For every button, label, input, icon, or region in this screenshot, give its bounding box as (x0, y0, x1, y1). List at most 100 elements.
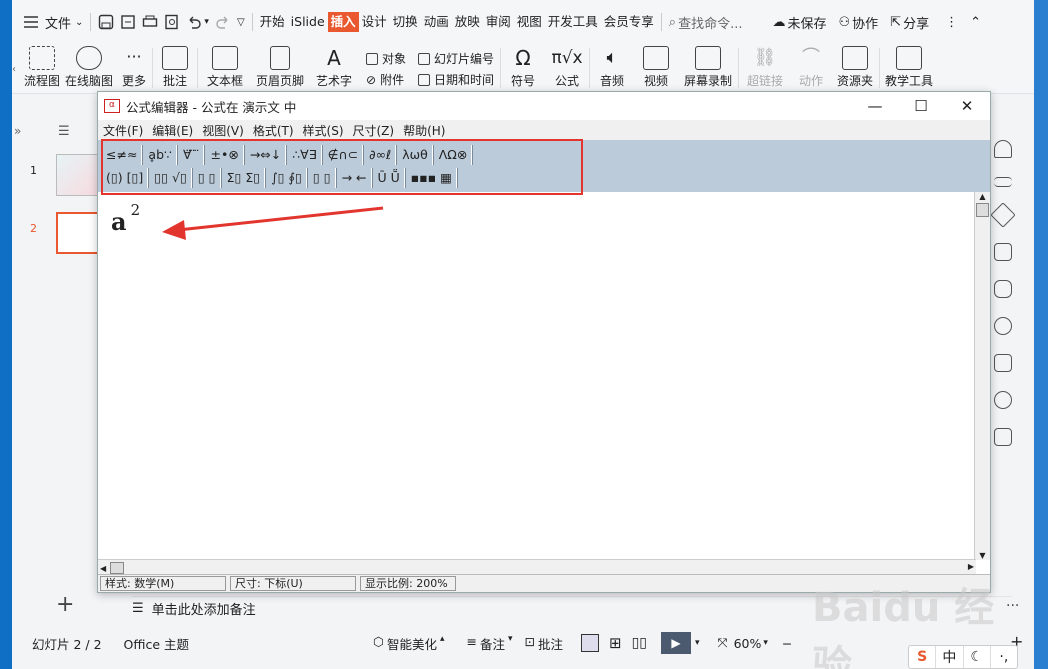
operators-palette[interactable]: ±•⊗ (206, 145, 244, 165)
menu-edit[interactable]: 编辑(E) (152, 122, 193, 139)
scroll-right-icon[interactable]: ▶ (968, 562, 974, 571)
menu-file[interactable]: 文件(F) (103, 122, 143, 139)
help-icon[interactable] (994, 391, 1012, 409)
fraction-radical-templates[interactable]: ▯▯ √▯ (150, 168, 192, 188)
set-theory-palette[interactable]: ∉∩⊂ (324, 145, 364, 165)
undo-icon[interactable]: ▾ (183, 10, 212, 34)
play-button[interactable]: ▶ (661, 632, 692, 654)
horizontal-scrollbar[interactable]: ◀ ▶ (98, 559, 976, 575)
tab-design[interactable]: 设计 (359, 12, 390, 32)
add-slide-icon[interactable]: + (56, 592, 74, 617)
tab-start[interactable]: 开始 (257, 12, 288, 32)
normal-view-icon[interactable] (581, 634, 600, 652)
notes-area[interactable]: ☰ 单击此处添加备注 (132, 596, 1012, 620)
zoom-level[interactable]: 60% (734, 636, 762, 651)
play-options-icon[interactable]: ▾ (695, 638, 700, 648)
teaching-tools-button[interactable]: 教学工具 (880, 44, 938, 94)
misc-symbols-palette[interactable]: ∂∞ℓ (365, 145, 397, 165)
save-icon[interactable] (95, 10, 117, 34)
tab-view[interactable]: 视图 (514, 12, 545, 32)
zoom-out-icon[interactable]: − (782, 636, 792, 651)
preview-icon[interactable] (161, 10, 183, 34)
hamburger-menu-icon[interactable] (20, 10, 42, 34)
logic-palette[interactable]: ∴∀∃ (288, 145, 322, 165)
adjust-icon[interactable] (994, 177, 1012, 187)
share-button[interactable]: ⇱ 分享 (887, 10, 932, 34)
scroll-up-icon[interactable]: ▲ (975, 192, 990, 201)
theme-name[interactable]: Office 主题 (124, 634, 189, 653)
switch-icon[interactable] (994, 243, 1012, 261)
more-button[interactable]: ··· 更多 (116, 44, 152, 94)
vertical-scrollbar[interactable]: ▲ ▼ (974, 192, 990, 560)
matrix-templates[interactable]: ▪▪▪ ▦ (407, 168, 457, 188)
cloud-sync-icon[interactable] (994, 280, 1012, 298)
close-button[interactable]: ✕ (944, 92, 990, 120)
fence-templates[interactable]: (▯) [▯] (102, 168, 149, 188)
scroll-thumb[interactable] (976, 203, 989, 217)
zoom-dropdown-icon[interactable]: ▾ (763, 638, 768, 648)
more-options-icon[interactable]: ⋮ (942, 10, 961, 34)
datetime-button[interactable]: 日期和时间 (418, 71, 494, 88)
textbox-button[interactable]: 文本框 (198, 44, 252, 94)
menu-size[interactable]: 尺寸(Z) (353, 122, 395, 139)
command-search[interactable]: ⌕ 查找命令... (666, 10, 746, 34)
symbol-button[interactable]: Ω 符号 (501, 44, 545, 94)
customize-toolbar-icon[interactable]: ▽ (234, 10, 248, 34)
tab-insert[interactable]: 插入 (327, 12, 359, 32)
arrow-templates[interactable]: → ← (338, 168, 372, 188)
embellishments-palette[interactable]: ∀̈ ̈ ̈ (179, 145, 205, 165)
action-button[interactable]: ⌒ 动作 (791, 44, 831, 94)
tab-islide[interactable]: iSlide (288, 12, 328, 32)
attachment-button[interactable]: ⊘ 附件 (366, 71, 406, 88)
hscroll-thumb[interactable] (109, 561, 124, 574)
tab-developer[interactable]: 开发工具 (545, 12, 601, 32)
file-menu[interactable]: 文件 ⌄ (42, 10, 86, 34)
fit-window-icon[interactable]: ⤧ (718, 635, 728, 651)
formula-button[interactable]: π√x 公式 (545, 44, 589, 94)
notes-button[interactable]: ≡ 备注 ▾ (466, 634, 512, 653)
redo-icon[interactable] (212, 10, 234, 34)
star-icon[interactable] (990, 202, 1016, 228)
menu-help[interactable]: 帮助(H) (403, 122, 445, 139)
scroll-left-icon[interactable]: ◀ (100, 564, 106, 573)
book-icon[interactable] (994, 354, 1012, 372)
print-icon[interactable] (139, 10, 161, 34)
video-button[interactable]: 视频 (634, 44, 678, 94)
bar-templates[interactable]: ▯ ▯ (309, 168, 336, 188)
sogou-icon[interactable]: S (909, 646, 937, 668)
collapse-ribbon-icon[interactable]: ⌃ (967, 10, 984, 34)
panel-toggle-icon[interactable]: » (14, 124, 21, 138)
script-templates[interactable]: ▯ ▯ (194, 168, 221, 188)
menu-format[interactable]: 格式(T) (253, 122, 294, 139)
comment-status-button[interactable]: ⊡ 批注 (525, 634, 564, 653)
relations-palette[interactable]: ≤≠≈ (102, 145, 143, 165)
export-icon[interactable] (117, 10, 139, 34)
menu-style[interactable]: 样式(S) (303, 122, 344, 139)
beautify-button[interactable]: ⬡ 智能美化 ▴ (373, 634, 444, 653)
ribbon-scroll-left[interactable]: ‹ (12, 44, 22, 94)
integral-templates[interactable]: ∫▯ ∮▯ (267, 168, 307, 188)
moon-icon[interactable]: ☾ (964, 646, 991, 668)
screen-record-button[interactable]: 屏幕录制 (678, 44, 738, 94)
tab-review[interactable]: 审阅 (483, 12, 514, 32)
wordart-button[interactable]: A 艺术字 (308, 44, 360, 94)
scroll-down-icon[interactable]: ▼ (975, 551, 990, 560)
tab-transition[interactable]: 切换 (390, 12, 421, 32)
lightning-icon[interactable] (994, 317, 1012, 335)
unsaved-button[interactable]: ☁ 未保存 (769, 10, 829, 34)
header-footer-button[interactable]: 页眉页脚 (252, 44, 308, 94)
mindmap-button[interactable]: 在线脑图 (62, 44, 116, 94)
equation-canvas[interactable] (98, 192, 976, 558)
flowchart-button[interactable]: 流程图 (22, 44, 62, 94)
comment-button[interactable]: 批注 (153, 44, 197, 94)
greek-lower-palette[interactable]: λωθ (398, 145, 433, 165)
tab-animation[interactable]: 动画 (421, 12, 452, 32)
spaces-palette[interactable]: ḁb∵ (144, 145, 177, 165)
maximize-button[interactable]: ☐ (898, 92, 944, 120)
tab-member[interactable]: 会员专享 (601, 12, 657, 32)
equation-a-squared[interactable]: a2 (111, 201, 140, 236)
slide-number-button[interactable]: 幻灯片编号 (418, 50, 494, 67)
summation-templates[interactable]: Σ▯ Σ▯ (223, 168, 266, 188)
minimize-button[interactable]: — (852, 92, 898, 120)
rocket-icon[interactable] (994, 140, 1012, 158)
